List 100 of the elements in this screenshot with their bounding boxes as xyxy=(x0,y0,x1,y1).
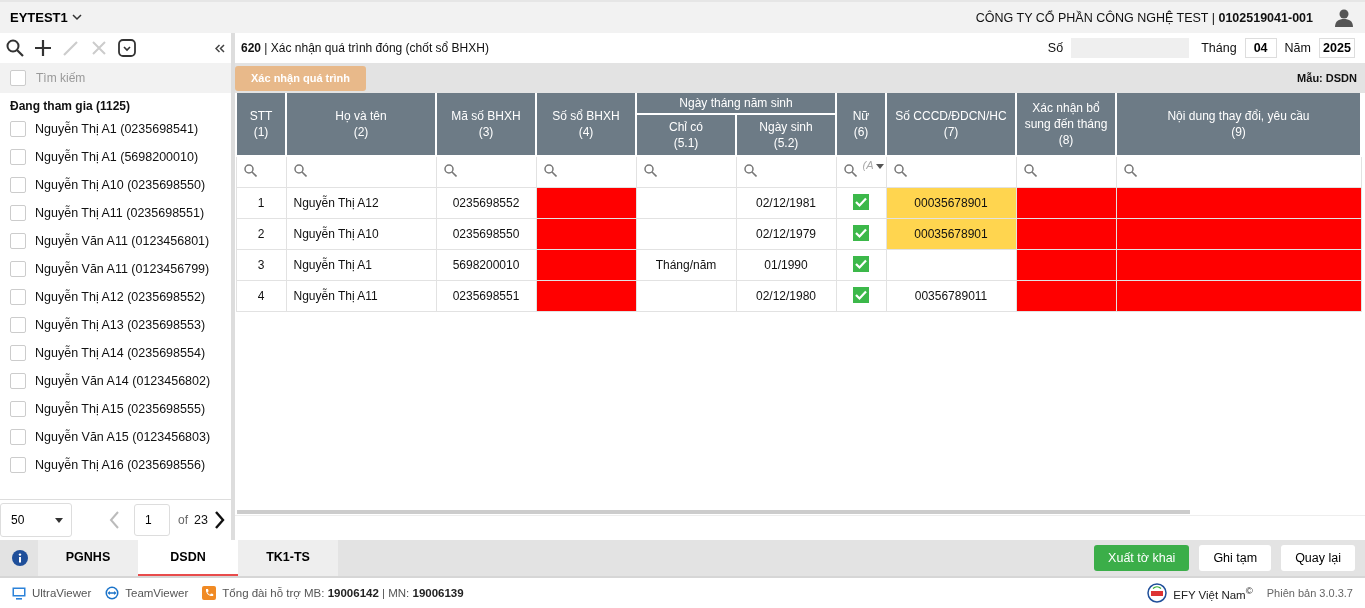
table-cell: 4 xyxy=(236,280,286,312)
number-label: Số xyxy=(1047,41,1064,55)
horizontal-scrollbar[interactable] xyxy=(237,510,1190,514)
table-cell: Nguyễn Thị A11 xyxy=(286,280,436,312)
previous-page-icon[interactable] xyxy=(108,510,120,530)
table-cell: 02/12/1979 xyxy=(736,218,836,250)
of-label: of xyxy=(178,513,188,527)
table-cell: 00035678901 xyxy=(886,218,1016,250)
employee-item[interactable]: Nguyễn Văn A11 (0123456799) xyxy=(35,262,210,276)
item-checkbox[interactable] xyxy=(10,345,26,361)
column-group-header: Ngày tháng năm sinh xyxy=(636,93,836,114)
sheet-tab[interactable]: PGNHS xyxy=(38,540,138,576)
female-checkbox[interactable] xyxy=(853,286,869,303)
total-pages: 23 xyxy=(194,513,208,527)
support-link[interactable]: Tổng đài hỗ trợ MB: 19006142 | MN: 19006139 xyxy=(222,587,464,599)
group-header: Đang tham gia (1125) xyxy=(9,98,132,115)
item-checkbox[interactable] xyxy=(10,373,26,389)
table-cell: 5698200010 xyxy=(436,249,536,281)
next-page-icon[interactable] xyxy=(213,510,226,530)
employee-item[interactable]: Nguyễn Thị A16 (0235698556) xyxy=(35,458,206,472)
page-size-select[interactable]: 50 xyxy=(0,503,72,537)
table-cell: 02/12/1980 xyxy=(736,280,836,312)
item-checkbox[interactable] xyxy=(10,429,26,445)
item-checkbox[interactable] xyxy=(10,317,26,333)
action-button[interactable]: Quay lại xyxy=(1281,545,1355,571)
brand-logo-icon xyxy=(1147,583,1168,603)
sheet-tab[interactable]: TK1-TS xyxy=(238,540,338,576)
column-header: Mã số BHXH (3) xyxy=(436,93,536,156)
employee-item[interactable]: Nguyễn Thị A14 (0235698554) xyxy=(35,346,206,360)
employee-item[interactable]: Nguyễn Thị A13 (0235698553) xyxy=(35,318,206,332)
select-all-checkbox[interactable] xyxy=(10,70,26,86)
support-link[interactable]: UltraViewer xyxy=(32,587,92,599)
action-button[interactable]: Ghi tạm xyxy=(1199,545,1272,571)
column-header: Số sổ BHXH (4) xyxy=(536,93,636,156)
table-cell: 0235698550 xyxy=(436,218,536,250)
table-cell: Nguyễn Thị A1 xyxy=(286,249,436,281)
table-cell: 02/12/1981 xyxy=(736,187,836,219)
female-checkbox[interactable] xyxy=(853,193,869,210)
add-icon[interactable] xyxy=(34,39,52,57)
sheet-tab[interactable]: DSDN xyxy=(138,540,238,576)
company-name: CÔNG TY CỔ PHẦN CÔNG NGHỆ TEST | 0102519041-001 xyxy=(975,10,1313,25)
employee-item[interactable]: Nguyễn Văn A11 (0123456801) xyxy=(35,234,210,248)
form-title: 620 | Xác nhận quá trình đóng (chốt sổ BHXH) xyxy=(241,41,489,55)
column-header: Nội dung thay đổi, yêu cầu (9) xyxy=(1116,93,1361,156)
column-header: Nữ (6) xyxy=(836,93,886,156)
column-header: STT (1) xyxy=(236,93,286,156)
employee-item[interactable]: Nguyễn Thị A1 (5698200010) xyxy=(35,150,199,164)
double-chevron-left-icon[interactable] xyxy=(215,43,225,53)
table-cell: 3 xyxy=(236,249,286,281)
year-label: Năm xyxy=(1284,41,1311,55)
brand-name: EFY Việt Nam$^{©}$ xyxy=(1173,585,1253,601)
employee-item[interactable]: Nguyễn Văn A14 (0123456802) xyxy=(35,374,211,388)
item-checkbox[interactable] xyxy=(10,177,26,193)
item-checkbox[interactable] xyxy=(10,457,26,473)
column-header: Chỉ có (5.1) xyxy=(636,114,736,156)
dropdown-icon[interactable] xyxy=(118,39,136,57)
table-cell: 01/1990 xyxy=(736,249,836,281)
monitor-icon[interactable] xyxy=(12,586,26,600)
month-field[interactable]: 04 xyxy=(1244,38,1277,58)
item-checkbox[interactable] xyxy=(10,261,26,277)
template-label: Mẫu: DSDN xyxy=(1297,72,1357,84)
table-cell: 00356789011 xyxy=(886,280,1016,312)
table-cell: Nguyễn Thị A10 xyxy=(286,218,436,250)
double-arrow-icon[interactable] xyxy=(105,586,120,600)
employee-item[interactable]: Nguyễn Văn A15 (0123456803) xyxy=(35,430,211,444)
info-icon[interactable] xyxy=(12,550,28,566)
table-cell: 0235698551 xyxy=(436,280,536,312)
company-selector[interactable]: EYTEST1 xyxy=(10,10,82,25)
employee-item[interactable]: Nguyễn Thị A12 (0235698552) xyxy=(35,290,206,304)
table-cell: Nguyễn Thị A12 xyxy=(286,187,436,219)
employee-item[interactable]: Nguyễn Thị A10 (0235698550) xyxy=(35,178,206,192)
employee-item[interactable]: Nguyễn Thị A11 (0235698551) xyxy=(35,206,205,220)
table-cell: 2 xyxy=(236,218,286,250)
column-header: Số CCCD/ĐDCN/HC (7) xyxy=(886,93,1016,156)
table-cell: 0235698552 xyxy=(436,187,536,219)
female-checkbox[interactable] xyxy=(853,255,869,272)
table-cell: 1 xyxy=(236,187,286,219)
month-label: Tháng xyxy=(1201,41,1237,55)
item-checkbox[interactable] xyxy=(10,401,26,417)
table-cell: 00035678901 xyxy=(886,187,1016,219)
phone-icon[interactable] xyxy=(202,586,217,600)
column-header: Xác nhận bổ sung đến tháng (8) xyxy=(1016,93,1116,156)
item-checkbox[interactable] xyxy=(10,205,26,221)
item-checkbox[interactable] xyxy=(10,149,26,165)
column-header: Họ và tên (2) xyxy=(286,93,436,156)
year-field[interactable]: 2025 xyxy=(1319,38,1355,58)
female-checkbox[interactable] xyxy=(853,224,869,241)
chevron-down-icon[interactable] xyxy=(71,14,82,21)
item-checkbox[interactable] xyxy=(10,289,26,305)
item-checkbox[interactable] xyxy=(10,121,26,137)
column-header: Ngày sinh (5.2) xyxy=(736,114,836,156)
employee-item[interactable]: Nguyễn Thị A15 (0235698555) xyxy=(35,402,206,416)
support-link[interactable]: TeamViewer xyxy=(125,587,189,599)
page-field[interactable]: 1 xyxy=(134,504,170,536)
user-icon[interactable] xyxy=(1335,8,1353,27)
search-icon[interactable] xyxy=(6,39,24,57)
version-label: Phiên bản 3.0.3.7 xyxy=(1266,587,1353,599)
table-cell: Tháng/năm xyxy=(636,249,736,281)
item-checkbox[interactable] xyxy=(10,233,26,249)
employee-item[interactable]: Nguyễn Thị A1 (0235698541) xyxy=(35,122,199,136)
